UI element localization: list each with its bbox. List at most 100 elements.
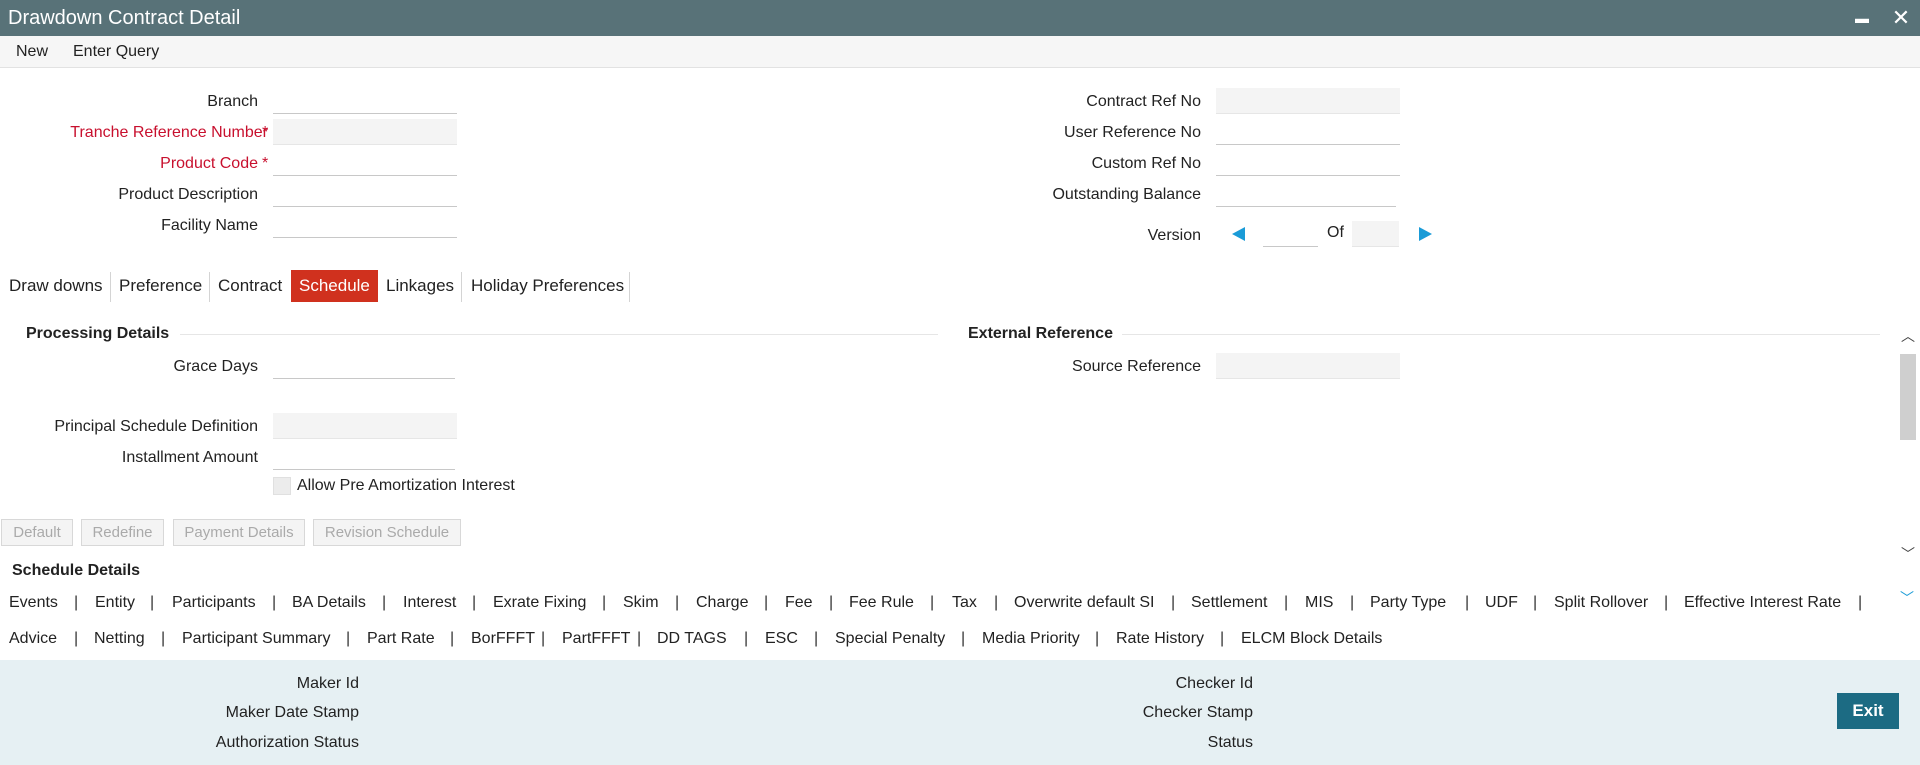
link-partffft[interactable]: PartFFFT: [562, 630, 630, 648]
branch-input[interactable]: [273, 88, 457, 113]
version-input[interactable]: [1263, 221, 1318, 246]
link-effective-interest-rate[interactable]: Effective Interest Rate: [1684, 594, 1841, 612]
tab-holiday-preferences[interactable]: Holiday Preferences: [463, 270, 632, 302]
scroll-up-icon[interactable]: ︿: [1900, 328, 1916, 344]
authorization-status-label: Authorization Status: [215, 734, 359, 751]
tab-schedule[interactable]: Schedule: [291, 270, 378, 302]
version-total-field[interactable]: [1352, 221, 1399, 247]
outstanding-balance-field[interactable]: [1216, 181, 1396, 207]
section-divider: [180, 334, 938, 335]
tab-contract[interactable]: Contract: [210, 270, 290, 302]
link-separator: |: [930, 594, 935, 611]
grace-days-field[interactable]: [273, 353, 455, 379]
source-reference-field[interactable]: [1216, 353, 1400, 379]
link-esc[interactable]: ESC: [765, 630, 798, 648]
link-fee[interactable]: Fee: [785, 594, 813, 612]
link-dd-tags[interactable]: DD TAGS: [657, 630, 727, 648]
link-separator: |: [602, 594, 607, 611]
link-settlement[interactable]: Settlement: [1191, 594, 1267, 612]
link-elcm-block-details[interactable]: ELCM Block Details: [1241, 630, 1382, 648]
tab-linkages[interactable]: Linkages: [378, 270, 462, 302]
version-total-input[interactable]: [1352, 221, 1399, 246]
link-events[interactable]: Events: [9, 594, 58, 612]
link-participants[interactable]: Participants: [172, 594, 256, 612]
menu-new[interactable]: New: [16, 43, 48, 61]
user-ref-input[interactable]: [1216, 119, 1400, 144]
audit-footer: Maker Id Maker Date Stamp Authorization …: [0, 660, 1920, 765]
link-separator: |: [744, 630, 749, 647]
tranche-ref-input[interactable]: [273, 119, 457, 144]
scrollbar-thumb[interactable]: [1900, 354, 1916, 440]
section-divider: [1122, 334, 1880, 335]
tranche-ref-field[interactable]: [273, 119, 457, 145]
close-icon[interactable]: ✕: [1888, 4, 1914, 32]
link-mis[interactable]: MIS: [1305, 594, 1333, 612]
facility-name-field[interactable]: [273, 212, 457, 238]
link-separator: |: [346, 630, 351, 647]
link-udf[interactable]: UDF: [1485, 594, 1518, 612]
grace-days-input[interactable]: [273, 353, 455, 378]
custom-ref-input[interactable]: [1216, 150, 1400, 175]
link-charge[interactable]: Charge: [696, 594, 748, 612]
menu-bar: New Enter Query: [0, 36, 1920, 68]
product-code-input[interactable]: [273, 150, 457, 175]
link-skim[interactable]: Skim: [623, 594, 659, 612]
facility-name-label: Facility Name: [161, 217, 258, 234]
link-separator: |: [994, 594, 999, 611]
version-field[interactable]: [1263, 221, 1318, 247]
principal-schedule-field[interactable]: [273, 413, 457, 439]
link-participant-summary[interactable]: Participant Summary: [182, 630, 331, 648]
minimize-icon[interactable]: ▬: [1849, 4, 1875, 32]
next-version-icon[interactable]: [1419, 227, 1432, 241]
tab-divider: [629, 272, 630, 302]
external-reference-heading: External Reference: [968, 325, 1113, 342]
product-desc-field[interactable]: [273, 181, 457, 207]
custom-ref-field[interactable]: [1216, 150, 1400, 176]
payment-details-button[interactable]: Payment Details: [173, 519, 305, 546]
tab-preference[interactable]: Preference: [111, 270, 210, 302]
outstanding-balance-input[interactable]: [1216, 181, 1396, 206]
branch-field[interactable]: [273, 88, 457, 114]
link-part-rate[interactable]: Part Rate: [367, 630, 435, 648]
facility-name-input[interactable]: [273, 212, 457, 237]
link-overwrite-default-si[interactable]: Overwrite default SI: [1014, 594, 1155, 612]
product-desc-input[interactable]: [273, 181, 457, 206]
revision-schedule-button[interactable]: Revision Schedule: [313, 519, 461, 546]
content-scrollbar[interactable]: ︿ ﹀: [1897, 322, 1919, 568]
link-exrate-fixing[interactable]: Exrate Fixing: [493, 594, 586, 612]
link-split-rollover[interactable]: Split Rollover: [1554, 594, 1648, 612]
link-separator: |: [814, 630, 819, 647]
link-special-penalty[interactable]: Special Penalty: [835, 630, 945, 648]
link-party-type[interactable]: Party Type: [1370, 594, 1446, 612]
menu-enter-query[interactable]: Enter Query: [73, 43, 159, 61]
principal-schedule-input[interactable]: [273, 413, 457, 438]
link-borffft[interactable]: BorFFFT: [471, 630, 535, 648]
link-entity[interactable]: Entity: [95, 594, 135, 612]
link-tax[interactable]: Tax: [952, 594, 977, 612]
exit-button[interactable]: Exit: [1837, 693, 1899, 729]
installment-amount-input[interactable]: [273, 444, 455, 469]
contract-ref-input[interactable]: [1216, 88, 1400, 113]
link-interest[interactable]: Interest: [403, 594, 456, 612]
default-button[interactable]: Default: [1, 519, 73, 546]
installment-amount-field[interactable]: [273, 444, 455, 470]
link-netting[interactable]: Netting: [94, 630, 145, 648]
expand-links-icon[interactable]: ﹀: [1900, 588, 1914, 608]
link-separator: |: [450, 630, 455, 647]
scroll-down-icon[interactable]: ﹀: [1900, 546, 1916, 562]
required-mark: *: [262, 124, 269, 141]
link-advice[interactable]: Advice: [9, 630, 57, 648]
tab-draw-downs[interactable]: Draw downs: [1, 270, 111, 302]
link-fee-rule[interactable]: Fee Rule: [849, 594, 914, 612]
link-separator: |: [961, 630, 966, 647]
link-ba-details[interactable]: BA Details: [292, 594, 366, 612]
source-reference-input[interactable]: [1216, 353, 1400, 378]
redefine-button[interactable]: Redefine: [81, 519, 164, 546]
product-code-field[interactable]: [273, 150, 457, 176]
allow-pre-amortization-checkbox[interactable]: [273, 477, 291, 495]
previous-version-icon[interactable]: [1232, 227, 1245, 241]
link-media-priority[interactable]: Media Priority: [982, 630, 1080, 648]
user-ref-field[interactable]: [1216, 119, 1400, 145]
link-rate-history[interactable]: Rate History: [1116, 630, 1204, 648]
contract-ref-field[interactable]: [1216, 88, 1400, 114]
